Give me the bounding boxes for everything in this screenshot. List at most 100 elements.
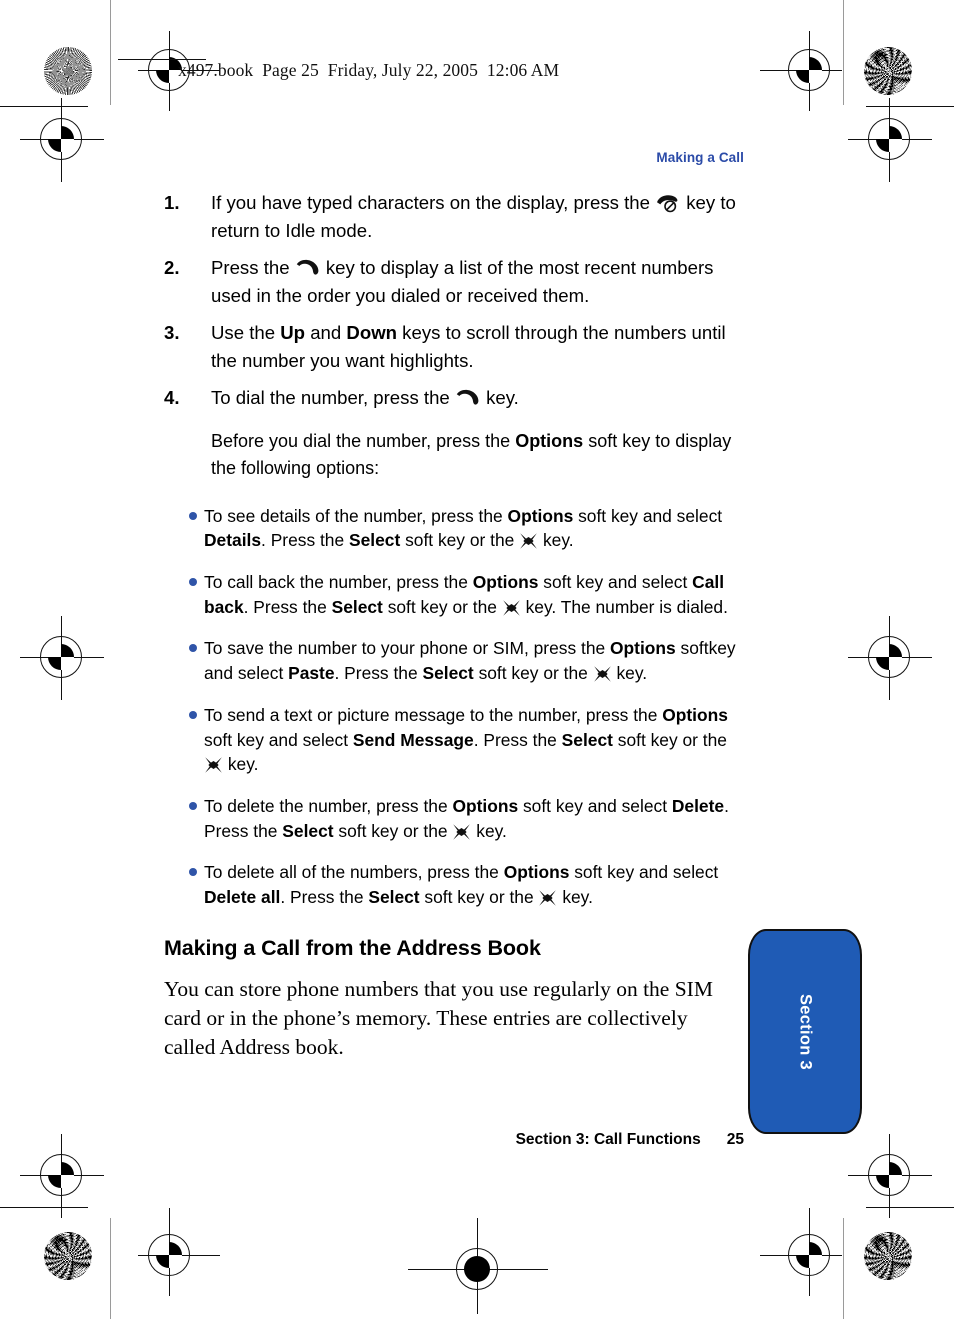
registration-mark-left-lower <box>14 1128 110 1224</box>
body-text: key. The number is dialed. <box>520 596 728 617</box>
emphasis-text: Options <box>503 862 570 883</box>
body-text: key. <box>538 530 574 551</box>
send-call-key-icon <box>455 388 481 408</box>
body-text: Before you dial the number, press the <box>211 430 516 451</box>
navigation-ok-key-icon <box>593 665 612 683</box>
emphasis-text: Select <box>422 663 474 684</box>
body-text: Use the <box>211 322 281 344</box>
navigation-ok-key-icon <box>502 599 521 617</box>
body-text: To send a text or picture message to the… <box>204 704 663 725</box>
registration-rosette-bottom-left <box>44 1232 92 1280</box>
navigation-ok-key-icon <box>538 889 557 907</box>
emphasis-text: Down <box>346 322 398 344</box>
emphasis-text: Paste <box>288 663 335 684</box>
bullet-dot-icon <box>189 644 197 653</box>
emphasis-text: Options <box>515 430 584 451</box>
numbered-step: 1. If you have typed characters on the di… <box>164 189 744 244</box>
body-text: soft key or the <box>333 820 453 841</box>
registration-rosette-top-left <box>44 47 92 95</box>
footer-section-title: Section 3: Call Functions <box>515 1131 701 1148</box>
registration-mark-bottom-center <box>408 1218 548 1318</box>
substep-paragraph: Before you dial the number, press the Op… <box>164 428 744 482</box>
step-number: 2. <box>164 257 180 279</box>
numbered-step-list: 1. If you have typed characters on the di… <box>164 189 744 412</box>
body-text: soft key or the <box>400 530 520 551</box>
body-text: key. <box>471 820 507 841</box>
running-head: Making a Call <box>656 150 744 165</box>
option-bullet-item: To save the number to your phone or SIM,… <box>164 636 744 685</box>
emphasis-text: Options <box>472 572 539 593</box>
body-text: To delete the number, press the <box>204 795 453 816</box>
body-text: To call back the number, press the <box>204 572 473 593</box>
footer-page-number: 25 <box>726 1131 744 1148</box>
emphasis-text: Options <box>610 638 676 659</box>
options-bullet-list: To see details of the number, press the … <box>164 504 744 910</box>
bullet-dot-icon <box>189 511 197 520</box>
emphasis-text: Select <box>561 729 613 750</box>
page-footer: Section 3: Call Functions 25 <box>164 1131 744 1149</box>
registration-mark-left-middle <box>14 610 110 706</box>
emphasis-text: Up <box>280 322 306 344</box>
body-text: To dial the number, press the <box>211 387 455 409</box>
registration-mark-right-upper <box>842 92 938 188</box>
section-body-paragraph: You can store phone numbers that you use… <box>164 976 713 1060</box>
emphasis-text: Select <box>282 820 334 841</box>
body-text: To delete all of the numbers, press the <box>204 862 504 883</box>
emphasis-text: Options <box>507 505 574 526</box>
registration-mark-bottom-left <box>122 1208 220 1304</box>
body-text: soft key and select <box>538 572 693 593</box>
body-text: soft key or the <box>382 596 502 617</box>
page-content: Making a Call 1. If you have typed charac… <box>164 150 744 1062</box>
trim-line-left-bottom <box>110 1218 112 1319</box>
navigation-ok-key-icon <box>519 532 538 550</box>
body-text: key. <box>223 754 259 775</box>
step-number: 4. <box>164 387 180 409</box>
emphasis-text: Options <box>452 795 519 816</box>
option-bullet-item: To call back the number, press the Optio… <box>164 570 744 619</box>
step-number: 1. <box>164 192 180 213</box>
numbered-step: 3. Use the Up and Down keys to scroll thr… <box>164 319 744 374</box>
body-text: soft key or the <box>612 729 727 750</box>
body-text: soft key and select <box>518 795 672 816</box>
option-bullet-item: To see details of the number, press the … <box>164 504 744 553</box>
registration-rosette-bottom-right <box>864 1232 912 1280</box>
step-number: 3. <box>164 322 180 344</box>
bullet-dot-icon <box>189 710 197 719</box>
navigation-ok-key-icon <box>452 823 471 841</box>
emphasis-text: Select <box>349 530 401 551</box>
option-bullet-item: To delete the number, press the Options … <box>164 794 744 843</box>
registration-mark-bottom-right <box>760 1208 858 1304</box>
registration-rosette-top-right <box>864 47 912 95</box>
body-text: . Press the <box>243 596 332 617</box>
body-text: key. <box>611 663 648 684</box>
body-text: . Press the <box>261 530 349 551</box>
option-bullet-item: To delete all of the numbers, press the … <box>164 860 744 909</box>
body-text: . Press the <box>473 729 562 750</box>
emphasis-text: Send Message <box>352 729 474 750</box>
body-text: . Press the <box>334 663 423 684</box>
bullet-dot-icon <box>189 578 197 587</box>
body-text: soft key and select <box>204 729 353 750</box>
end-call-key-icon <box>655 193 681 213</box>
emphasis-text: Details <box>204 530 262 551</box>
option-bullet-item: To send a text or picture message to the… <box>164 703 744 777</box>
navigation-ok-key-icon <box>204 756 223 774</box>
body-text: soft key and select <box>569 862 719 883</box>
trim-line-left <box>110 0 112 105</box>
emphasis-text: Delete <box>671 795 725 816</box>
body-text: If you have typed characters on the disp… <box>211 192 656 213</box>
section-thumb-tab: Section 3 <box>748 929 862 1134</box>
bullet-dot-icon <box>189 801 197 810</box>
body-text: soft key and select <box>573 505 723 526</box>
registration-mark-right-middle <box>842 610 938 706</box>
section-heading: Making a Call from the Address Book <box>164 935 541 960</box>
send-call-key-icon <box>295 258 321 278</box>
registration-mark-left-upper <box>14 92 110 188</box>
body-text: . Press the <box>280 887 369 908</box>
body-text: To see details of the number, press the <box>204 505 508 526</box>
document-page: x497.book Page 25 Friday, July 22, 2005 … <box>0 0 954 1319</box>
body-text: Press the <box>211 257 295 279</box>
body-text: To save the number to your phone or SIM,… <box>204 638 610 659</box>
numbered-step: 4. To dial the number, press the key. <box>164 384 744 412</box>
body-text: soft key or the <box>473 663 593 684</box>
